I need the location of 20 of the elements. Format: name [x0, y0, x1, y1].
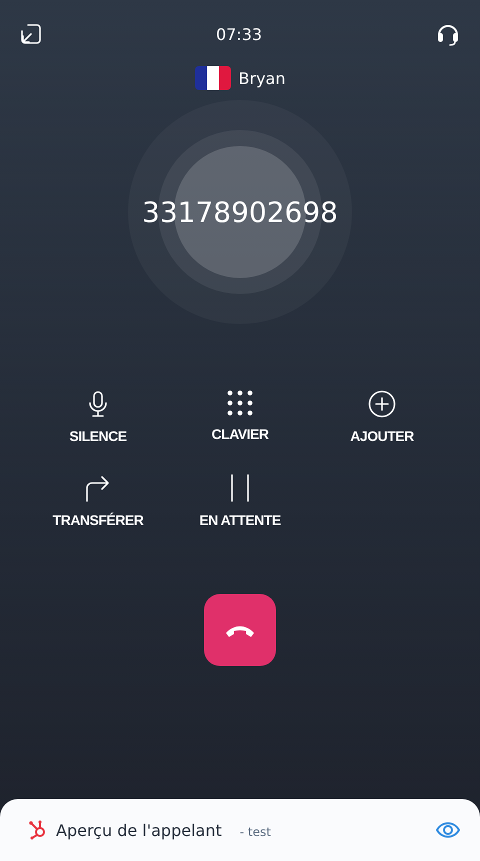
hub-icon — [28, 820, 48, 840]
add-icon — [368, 390, 396, 418]
hang-up-button[interactable] — [204, 594, 276, 666]
france-flag-icon — [194, 66, 231, 90]
caller-name: Bryan — [238, 68, 286, 88]
preview-subtitle: - test — [240, 825, 271, 839]
call-timer: 07:33 — [216, 24, 262, 44]
phone-number: 33178902698 — [142, 196, 338, 228]
minimize-icon[interactable] — [20, 23, 42, 45]
pause-icon — [229, 474, 251, 502]
eye-icon[interactable] — [436, 821, 460, 839]
call-action-button[interactable]: EN ATTENTE — [169, 474, 311, 528]
call-action-button[interactable]: SILENCE — [27, 390, 169, 444]
keypad-icon — [227, 390, 253, 416]
forward-arrow-icon — [85, 474, 111, 502]
preview-title: Aperçu de l'appelant — [56, 820, 222, 840]
call-action-button[interactable]: TRANSFÉRER — [27, 474, 169, 528]
call-action-button[interactable]: CLAVIER — [169, 390, 311, 444]
call-action-button[interactable]: AJOUTER — [311, 390, 453, 444]
microphone-icon — [86, 390, 110, 418]
